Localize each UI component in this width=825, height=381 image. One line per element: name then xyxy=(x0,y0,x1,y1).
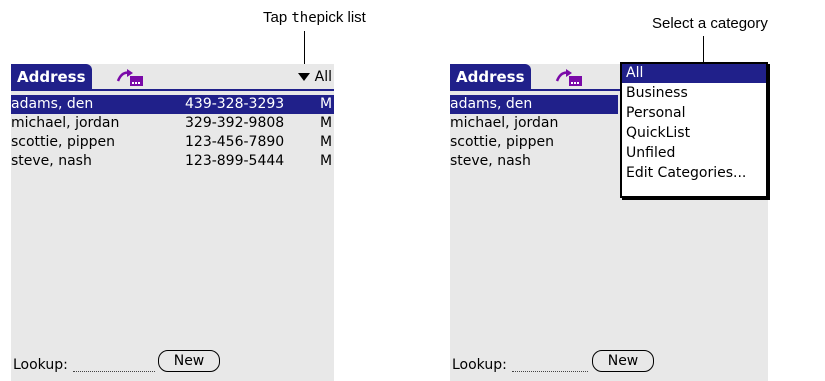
record-type: M xyxy=(320,153,333,169)
triangle-down-icon xyxy=(297,73,310,81)
list-item[interactable]: scottie, pippen 123-456-7890 M xyxy=(11,133,334,152)
left-device-screen: Address All adams, den 439-328-3293 M mi… xyxy=(11,64,334,381)
menu-item-business[interactable]: Business xyxy=(622,84,766,103)
record-name: steve, nash xyxy=(450,153,531,169)
title-rule xyxy=(11,89,334,91)
app-title[interactable]: Address xyxy=(450,64,531,90)
record-name: scottie, pippen xyxy=(11,134,115,150)
beam-icon[interactable] xyxy=(555,67,583,87)
new-button[interactable]: New xyxy=(158,350,220,372)
record-name: steve, nash xyxy=(11,153,92,169)
category-menu: All Business Personal QuickList Unfiled … xyxy=(620,62,768,198)
list-item[interactable]: scottie, pippen xyxy=(450,133,618,152)
caption-left-prefix: Tap xyxy=(263,9,288,26)
caption-left-pointer xyxy=(304,31,305,64)
right-device-screen: Address adams, den michael, jordan scott… xyxy=(450,62,768,381)
caption-left-mono: the xyxy=(291,10,317,26)
record-type: M xyxy=(320,96,333,112)
lookup-field[interactable] xyxy=(512,370,588,372)
menu-item-edit-categories[interactable]: Edit Categories... xyxy=(622,164,766,183)
category-pick-list-label: All xyxy=(314,69,332,85)
record-name: michael, jordan xyxy=(11,115,120,131)
record-phone: 439-328-3293 xyxy=(185,96,285,112)
lookup-field[interactable] xyxy=(73,370,155,372)
menu-item-personal[interactable]: Personal xyxy=(622,104,766,123)
menu-item-all[interactable]: All xyxy=(622,64,766,83)
record-phone: 329-392-9808 xyxy=(185,115,285,131)
list-item[interactable]: michael, jordan xyxy=(450,114,618,133)
list-item[interactable]: michael, jordan 329-392-9808 M xyxy=(11,114,334,133)
record-name: adams, den xyxy=(11,96,94,112)
record-name: adams, den xyxy=(450,96,533,112)
record-name: scottie, pippen xyxy=(450,134,554,150)
menu-item-unfiled[interactable]: Unfiled xyxy=(622,144,766,163)
record-phone: 123-456-7890 xyxy=(185,134,285,150)
caption-left-suffix: pick list xyxy=(316,9,366,26)
menu-item-quicklist[interactable]: QuickList xyxy=(622,124,766,143)
lookup-label: Lookup: xyxy=(452,357,507,373)
record-type: M xyxy=(320,134,333,150)
category-pick-list[interactable]: All xyxy=(297,67,332,87)
caption-tap-pick-list: Tap thepick list xyxy=(263,9,366,26)
list-item[interactable]: steve, nash xyxy=(450,152,618,171)
left-title-bar: Address All xyxy=(11,64,334,91)
record-phone: 123-899-5444 xyxy=(185,153,285,169)
list-item[interactable]: adams, den xyxy=(450,95,618,114)
new-button[interactable]: New xyxy=(592,350,654,372)
record-type: M xyxy=(320,115,333,131)
caption-select-category: Select a category xyxy=(652,15,768,32)
list-item[interactable]: adams, den 439-328-3293 M xyxy=(11,95,334,114)
app-title[interactable]: Address xyxy=(11,64,92,90)
record-name: michael, jordan xyxy=(450,115,559,131)
lookup-label: Lookup: xyxy=(13,357,68,373)
beam-icon[interactable] xyxy=(116,67,144,87)
list-item[interactable]: steve, nash 123-899-5444 M xyxy=(11,152,334,171)
